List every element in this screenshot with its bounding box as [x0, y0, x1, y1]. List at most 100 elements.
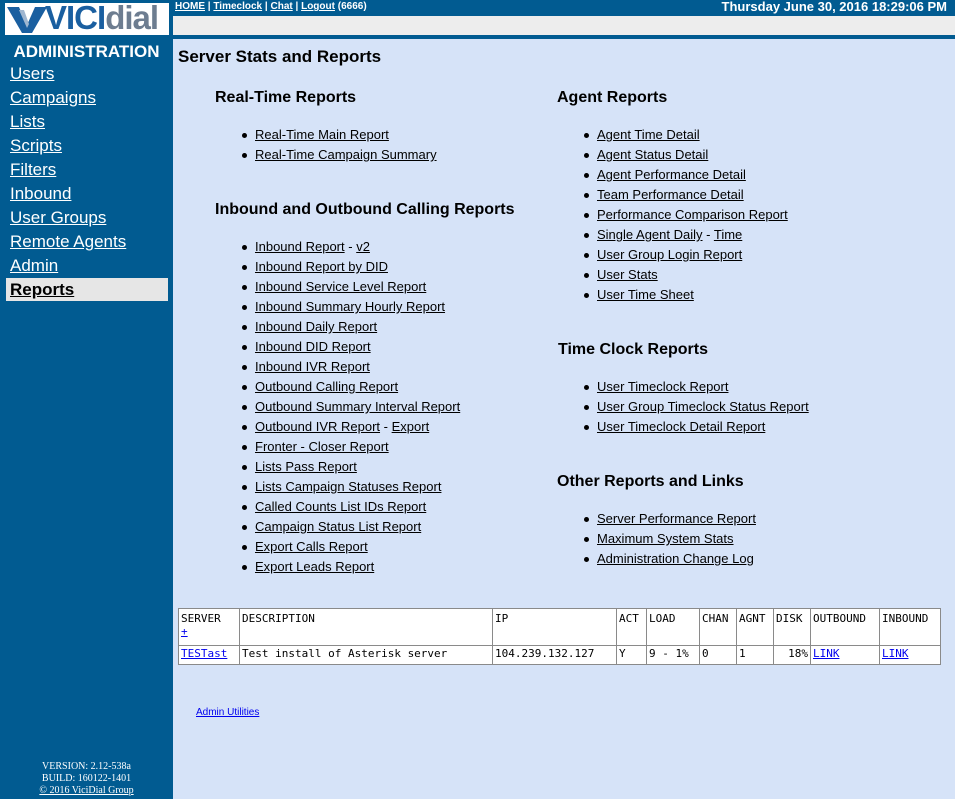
inbound-summary-hourly-link[interactable]: Inbound Summary Hourly Report: [255, 299, 445, 314]
list-item: Export Calls Report: [241, 537, 460, 557]
performance-comparison-link[interactable]: Performance Comparison Report: [597, 207, 788, 222]
user-group-timeclock-status-link[interactable]: User Group Timeclock Status Report: [597, 399, 809, 414]
lists-campaign-statuses-link[interactable]: Lists Campaign Statuses Report: [255, 479, 441, 494]
user-group-login-link[interactable]: User Group Login Report: [597, 247, 742, 262]
administration-change-log-link[interactable]: Administration Change Log: [597, 551, 754, 566]
agent-report-list: Agent Time Detail Agent Status Detail Ag…: [583, 125, 788, 305]
cell-act: Y: [616, 645, 647, 665]
timeclock-link[interactable]: Timeclock: [213, 1, 262, 12]
outbound-ivr-export-link[interactable]: Export: [392, 419, 430, 434]
list-item: Real-Time Campaign Summary: [241, 145, 437, 165]
user-timeclock-detail-link[interactable]: User Timeclock Detail Report: [597, 419, 765, 434]
header-agnt: AGNT: [736, 608, 774, 646]
list-item: Called Counts List IDs Report: [241, 497, 460, 517]
sidebar-item-inbound[interactable]: Inbound: [6, 182, 168, 205]
top-bar: HOME | Timeclock | Chat | Logout (6666) …: [173, 0, 955, 16]
copyright-link[interactable]: © 2016 ViciDial Group: [0, 785, 173, 797]
sidebar-item-admin[interactable]: Admin: [6, 254, 168, 277]
list-item: Outbound Summary Interval Report: [241, 397, 460, 417]
called-counts-list-ids-link[interactable]: Called Counts List IDs Report: [255, 499, 426, 514]
inbound-did-report-link[interactable]: Inbound DID Report: [255, 339, 371, 354]
sidebar-link-users[interactable]: Users: [6, 64, 54, 83]
vicidial-logo[interactable]: VICIdial: [5, 3, 169, 35]
list-item: Inbound Summary Hourly Report: [241, 297, 460, 317]
list-item: Campaign Status List Report: [241, 517, 460, 537]
sidebar-item-user-groups[interactable]: User Groups: [6, 206, 168, 229]
inbound-link[interactable]: LINK: [882, 647, 909, 660]
single-agent-daily-link[interactable]: Single Agent Daily: [597, 227, 703, 242]
header-chan: CHAN: [699, 608, 737, 646]
other-report-list: Server Performance Report Maximum System…: [583, 509, 756, 569]
sidebar-item-scripts[interactable]: Scripts: [6, 134, 168, 157]
inbound-ivr-report-link[interactable]: Inbound IVR Report: [255, 359, 370, 374]
sidebar-link-reports[interactable]: Reports: [6, 280, 74, 299]
sidebar-link-user-groups[interactable]: User Groups: [6, 208, 106, 227]
list-item: Team Performance Detail: [583, 185, 788, 205]
list-item: Performance Comparison Report: [583, 205, 788, 225]
list-item: User Group Login Report: [583, 245, 788, 265]
admin-utilities: Admin Utilities: [196, 707, 259, 718]
maximum-system-stats-link[interactable]: Maximum System Stats: [597, 531, 734, 546]
campaign-status-list-link[interactable]: Campaign Status List Report: [255, 519, 421, 534]
server-performance-report-link[interactable]: Server Performance Report: [597, 511, 756, 526]
header-inbound: INBOUND: [879, 608, 941, 646]
header-server-label: SERVER: [181, 612, 221, 625]
agent-status-detail-link[interactable]: Agent Status Detail: [597, 147, 708, 162]
realtime-campaign-summary-link[interactable]: Real-Time Campaign Summary: [255, 147, 437, 162]
sidebar-item-reports[interactable]: Reports: [6, 278, 168, 301]
sidebar-link-inbound[interactable]: Inbound: [6, 184, 71, 203]
outbound-calling-report-link[interactable]: Outbound Calling Report: [255, 379, 398, 394]
cell-inbound: LINK: [879, 645, 941, 665]
user-timeclock-report-link[interactable]: User Timeclock Report: [597, 379, 728, 394]
add-server-link[interactable]: +: [181, 625, 188, 638]
inbound-report-link[interactable]: Inbound Report: [255, 239, 345, 254]
list-item: Inbound DID Report: [241, 337, 460, 357]
inbound-daily-report-link[interactable]: Inbound Daily Report: [255, 319, 377, 334]
sidebar-item-campaigns[interactable]: Campaigns: [6, 86, 168, 109]
home-link[interactable]: HOME: [175, 1, 205, 12]
sidebar-item-lists[interactable]: Lists: [6, 110, 168, 133]
sidebar-item-users[interactable]: Users: [6, 62, 168, 85]
lists-pass-report-link[interactable]: Lists Pass Report: [255, 459, 357, 474]
list-item: Lists Pass Report: [241, 457, 460, 477]
header-server: SERVER +: [178, 608, 240, 646]
export-calls-report-link[interactable]: Export Calls Report: [255, 539, 368, 554]
sidebar-link-scripts[interactable]: Scripts: [6, 136, 62, 155]
user-time-sheet-link[interactable]: User Time Sheet: [597, 287, 694, 302]
sidebar-link-lists[interactable]: Lists: [6, 112, 45, 131]
inbound-report-v2-link[interactable]: v2: [356, 239, 370, 254]
server-stats-table: SERVER + DESCRIPTION IP ACT LOAD CHAN AG…: [178, 608, 941, 665]
sidebar-item-remote-agents[interactable]: Remote Agents: [6, 230, 168, 253]
inbound-report-by-did-link[interactable]: Inbound Report by DID: [255, 259, 388, 274]
single-agent-daily-time-link[interactable]: Time: [714, 227, 742, 242]
sidebar-link-admin[interactable]: Admin: [6, 256, 58, 275]
export-leads-report-link[interactable]: Export Leads Report: [255, 559, 374, 574]
header-disk: DISK: [773, 608, 811, 646]
table-row: TESTast Test install of Asterisk server …: [178, 645, 941, 665]
dash-separator: -: [348, 239, 353, 254]
server-link[interactable]: TESTast: [181, 647, 227, 660]
cell-agnt: 1: [736, 645, 774, 665]
list-item: Fronter - Closer Report: [241, 437, 460, 457]
outbound-ivr-report-link[interactable]: Outbound IVR Report: [255, 419, 380, 434]
logout-link[interactable]: Logout: [301, 1, 335, 12]
agent-performance-detail-link[interactable]: Agent Performance Detail: [597, 167, 746, 182]
chat-link[interactable]: Chat: [270, 1, 292, 12]
sidebar-link-remote-agents[interactable]: Remote Agents: [6, 232, 126, 251]
section-title-other: Other Reports and Links: [557, 473, 744, 490]
admin-utilities-link[interactable]: Admin Utilities: [196, 707, 259, 718]
realtime-main-report-link[interactable]: Real-Time Main Report: [255, 127, 389, 142]
fronter-closer-report-link[interactable]: Fronter - Closer Report: [255, 439, 389, 454]
list-item: Real-Time Main Report: [241, 125, 437, 145]
list-item: Export Leads Report: [241, 557, 460, 577]
outbound-link[interactable]: LINK: [813, 647, 840, 660]
team-performance-detail-link[interactable]: Team Performance Detail: [597, 187, 744, 202]
outbound-summary-interval-link[interactable]: Outbound Summary Interval Report: [255, 399, 460, 414]
inbound-service-level-link[interactable]: Inbound Service Level Report: [255, 279, 426, 294]
sidebar-link-campaigns[interactable]: Campaigns: [6, 88, 96, 107]
sidebar-link-filters[interactable]: Filters: [6, 160, 56, 179]
sidebar-item-filters[interactable]: Filters: [6, 158, 168, 181]
user-stats-link[interactable]: User Stats: [597, 267, 658, 282]
agent-time-detail-link[interactable]: Agent Time Detail: [597, 127, 700, 142]
list-item: User Time Sheet: [583, 285, 788, 305]
